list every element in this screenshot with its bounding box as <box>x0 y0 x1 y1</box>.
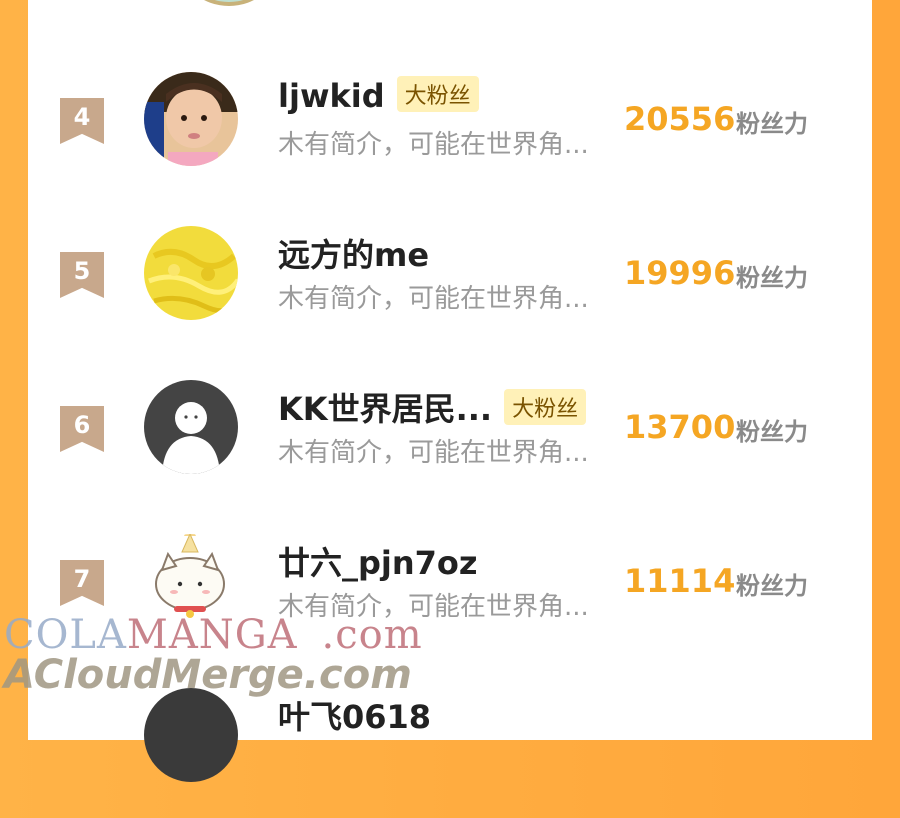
user-name[interactable]: KK世界居民... 大粉丝 <box>278 384 587 430</box>
user-name-text: KK世界居民... <box>278 390 493 428</box>
avatar[interactable] <box>144 380 238 474</box>
fan-score-unit: 粉丝力 <box>736 418 808 446</box>
user-name[interactable]: 叶飞0618 <box>278 692 431 738</box>
ranking-row[interactable]: 叶飞0618 <box>28 678 872 818</box>
avatar-partial-top[interactable] <box>180 0 278 6</box>
fan-score-unit: 粉丝力 <box>736 110 808 138</box>
user-name-text: 远方的me <box>278 236 430 274</box>
user-name-text: ljwkid <box>278 77 385 115</box>
rank-badge: 4 <box>60 98 104 144</box>
fan-badge: 大粉丝 <box>504 389 587 425</box>
user-intro: 木有简介，可能在世界角... <box>278 438 589 468</box>
user-name[interactable]: ljwkid 大粉丝 <box>278 76 479 115</box>
fan-score-unit: 粉丝力 <box>736 264 808 292</box>
watermark-acloudmerge: ACloudMerge.com <box>4 652 412 698</box>
fan-score: 19996 <box>624 254 736 292</box>
rank-badge: 6 <box>60 406 104 452</box>
user-intro: 木有简介，可能在世界角... <box>278 284 589 314</box>
fan-score: 20556 <box>624 100 736 138</box>
user-intro: 木有简介，可能在世界角... <box>278 130 589 160</box>
user-name[interactable]: 廿六_pjn7oz <box>278 538 478 584</box>
ranking-row[interactable]: 4 ljwkid 大粉丝 木有简介，可能在世界角... 20556 粉丝力 <box>28 62 872 202</box>
avatar[interactable] <box>144 72 238 166</box>
fan-score: 11114 <box>624 562 736 600</box>
fan-score-unit: 粉丝力 <box>736 572 808 600</box>
avatar[interactable] <box>144 226 238 320</box>
default-user-icon <box>144 380 238 474</box>
rank-badge: 5 <box>60 252 104 298</box>
avatar[interactable] <box>144 688 238 782</box>
rank-badge: 7 <box>60 560 104 606</box>
ranking-row[interactable]: 6 KK世界居民... 大粉丝 木有简介，可能在世界角... 13700 粉丝力 <box>28 370 872 510</box>
child-photo-icon <box>144 72 238 166</box>
fan-score: 13700 <box>624 408 736 446</box>
yellow-texture-icon <box>144 226 238 320</box>
ranking-row[interactable]: 5 远方的me 木有简介，可能在世界角... 19996 粉丝力 <box>28 216 872 356</box>
user-name-text: 廿六_pjn7oz <box>278 544 478 582</box>
user-name[interactable]: 远方的me <box>278 230 429 276</box>
user-name-text: 叶飞0618 <box>278 698 432 736</box>
fan-badge: 大粉丝 <box>396 76 479 112</box>
